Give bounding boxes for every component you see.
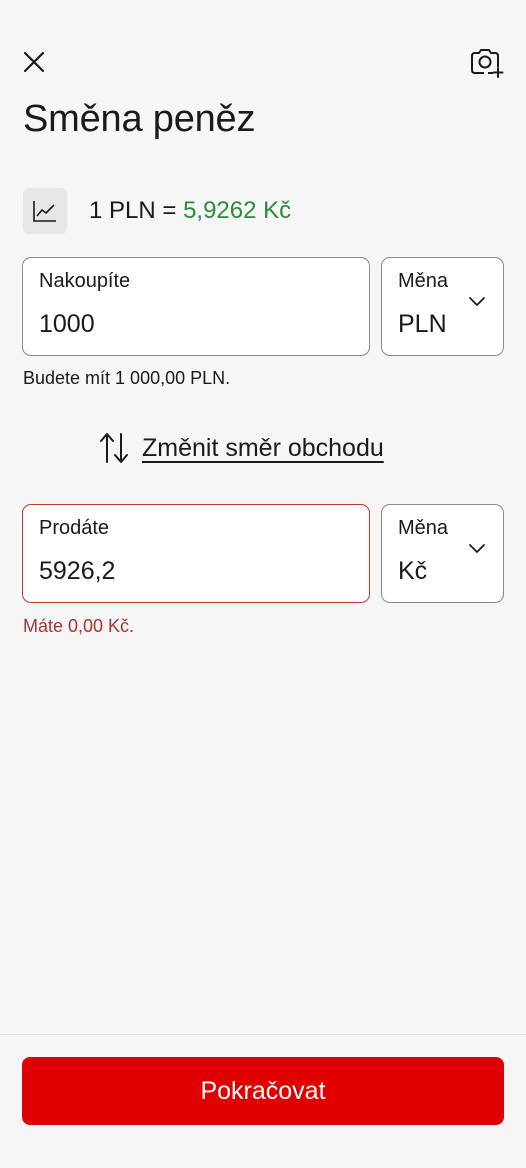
top-bar bbox=[0, 0, 526, 110]
buy-currency-select[interactable]: Měna PLN bbox=[381, 257, 504, 356]
sell-amount-label: Prodáte bbox=[39, 517, 110, 539]
camera-scan-icon[interactable] bbox=[468, 44, 504, 80]
sell-amount-value: 5926,2 bbox=[39, 557, 116, 585]
buy-amount-label: Nakoupíte bbox=[39, 270, 131, 292]
rate-base: 1 PLN = bbox=[89, 197, 184, 224]
swap-direction-label: Změnit směr obchodu bbox=[142, 433, 384, 462]
sell-currency-label: Měna bbox=[398, 517, 449, 539]
chevron-down-icon bbox=[469, 297, 485, 306]
buy-amount-field[interactable]: Nakoupíte 1000 bbox=[22, 257, 370, 356]
exchange-screen: Směna peněz 1 PLN = 5,9262 Kč Nakoupíte … bbox=[0, 0, 526, 1168]
sell-currency-select[interactable]: Měna Kč bbox=[381, 504, 504, 603]
buy-amount-value: 1000 bbox=[39, 310, 95, 338]
swap-direction-link[interactable]: Změnit směr obchodu bbox=[98, 430, 384, 466]
buy-currency-label: Měna bbox=[398, 270, 449, 292]
footer-divider bbox=[0, 1034, 526, 1035]
buy-helper-text: Budete mít 1 000,00 PLN. bbox=[23, 368, 231, 388]
line-chart-icon[interactable] bbox=[23, 188, 67, 234]
close-icon[interactable] bbox=[20, 48, 48, 76]
sell-error-text: Máte 0,00 Kč. bbox=[23, 616, 135, 636]
exchange-rate-row: 1 PLN = 5,9262 Kč bbox=[23, 188, 291, 234]
continue-button[interactable]: Pokračovat bbox=[22, 1057, 504, 1125]
swap-vertical-icon bbox=[100, 433, 128, 463]
buy-currency-value: PLN bbox=[398, 310, 447, 338]
exchange-rate-text: 1 PLN = 5,9262 Kč bbox=[89, 197, 291, 225]
rate-value: 5,9262 Kč bbox=[183, 197, 292, 224]
page-title: Směna peněz bbox=[23, 98, 256, 140]
sell-amount-field[interactable]: Prodáte 5926,2 bbox=[22, 504, 370, 603]
chevron-down-icon bbox=[469, 544, 485, 553]
sell-currency-value: Kč bbox=[398, 557, 428, 585]
